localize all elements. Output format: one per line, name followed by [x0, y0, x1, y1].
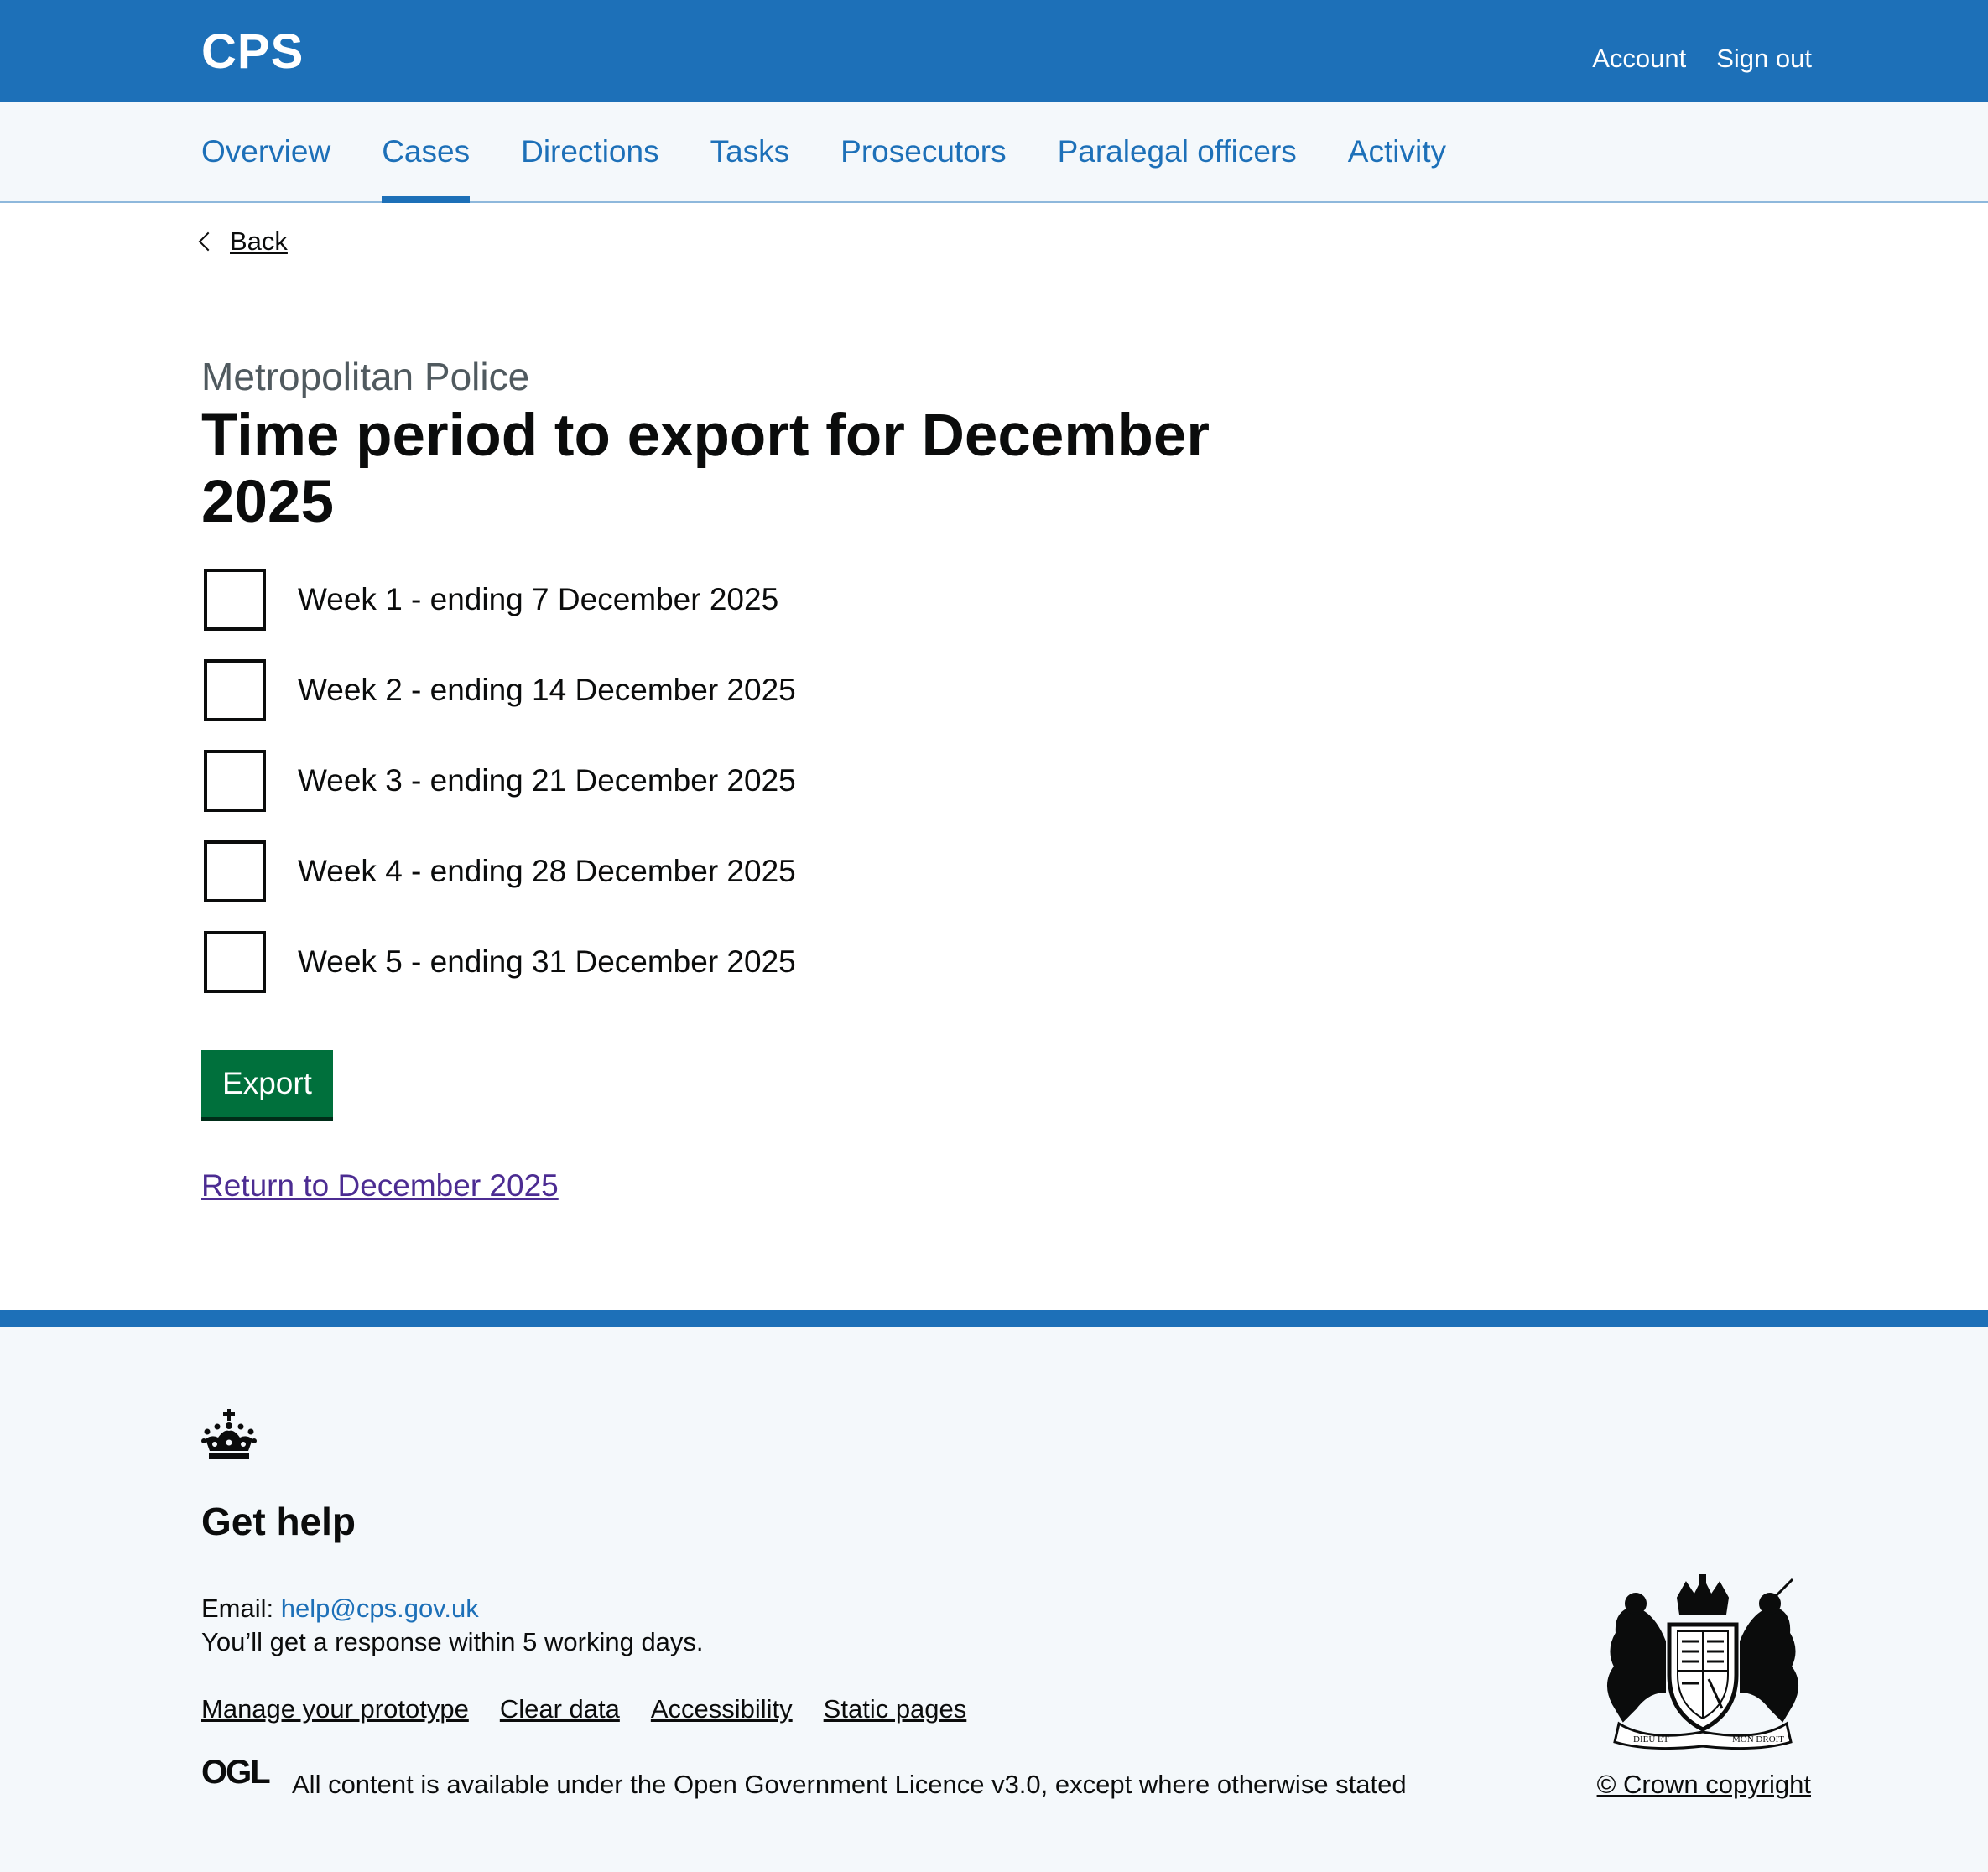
- checkbox-week-3[interactable]: [204, 750, 266, 812]
- footer-links: Manage your prototype Clear data Accessi…: [201, 1694, 966, 1724]
- nav-link-cases[interactable]: Cases: [382, 102, 470, 201]
- ogl-logo: OGL: [201, 1755, 272, 1788]
- checkbox-label-week-2[interactable]: Week 2 - ending 14 December 2025: [298, 673, 796, 708]
- footer-link-clear-data[interactable]: Clear data: [500, 1694, 620, 1724]
- export-button[interactable]: Export: [201, 1050, 333, 1117]
- sign-out-link[interactable]: Sign out: [1716, 44, 1812, 74]
- account-link[interactable]: Account: [1592, 44, 1686, 74]
- back-link-container: Back: [198, 226, 288, 257]
- nav-item-overview: Overview: [201, 102, 330, 201]
- checkbox-item-week-3: Week 3 - ending 21 December 2025: [201, 747, 796, 814]
- email-label: Email:: [201, 1594, 274, 1623]
- nav-link-directions[interactable]: Directions: [521, 102, 659, 201]
- checkbox-week-1[interactable]: [204, 569, 266, 631]
- checkbox-label-week-4[interactable]: Week 4 - ending 28 December 2025: [298, 854, 796, 889]
- ogl-logo-text: OGL: [201, 1755, 270, 1788]
- crown-icon: [201, 1409, 257, 1459]
- checkbox-week-2[interactable]: [204, 659, 266, 721]
- cps-logo[interactable]: CPS: [201, 23, 304, 80]
- return-link[interactable]: Return to December 2025: [201, 1168, 559, 1204]
- site-footer: Get help Email: help@cps.gov.uk You’ll g…: [0, 1310, 1988, 1872]
- nav-link-overview[interactable]: Overview: [201, 102, 330, 201]
- licence-suffix: , except where otherwise stated: [1040, 1770, 1407, 1799]
- checkbox-label-week-5[interactable]: Week 5 - ending 31 December 2025: [298, 944, 796, 980]
- email-link[interactable]: help@cps.gov.uk: [281, 1594, 479, 1623]
- page-caption: Metropolitan Police: [201, 355, 530, 398]
- licence-prefix: All content is available under the: [292, 1770, 667, 1799]
- nav-item-directions: Directions: [521, 102, 659, 201]
- nav-item-prosecutors: Prosecutors: [840, 102, 1006, 201]
- checkbox-item-week-2: Week 2 - ending 14 December 2025: [201, 657, 796, 724]
- service-navigation: Overview Cases Directions Tasks Prosecut…: [0, 102, 1988, 203]
- checkbox-label-week-1[interactable]: Week 1 - ending 7 December 2025: [298, 582, 778, 617]
- nav-item-paralegal-officers: Paralegal officers: [1058, 102, 1297, 201]
- week-checkboxes: Week 1 - ending 7 December 2025 Week 2 -…: [201, 566, 796, 1019]
- footer-link-accessibility[interactable]: Accessibility: [651, 1694, 793, 1724]
- coat-motto-left: DIEU ET: [1633, 1734, 1669, 1745]
- checkbox-week-4[interactable]: [204, 840, 266, 902]
- header-links: Account Sign out: [1592, 44, 1812, 74]
- site-header: CPS Account Sign out: [0, 0, 1988, 102]
- checkbox-item-week-4: Week 4 - ending 28 December 2025: [201, 838, 796, 905]
- footer-link-static-pages[interactable]: Static pages: [824, 1694, 967, 1724]
- checkbox-label-week-3[interactable]: Week 3 - ending 21 December 2025: [298, 763, 796, 798]
- page-title: Time period to export for December 2025: [201, 403, 1210, 535]
- nav-item-cases: Cases: [382, 102, 470, 203]
- chevron-left-icon: [198, 231, 218, 252]
- nav-link-activity[interactable]: Activity: [1348, 102, 1446, 201]
- footer-heading: Get help: [201, 1500, 356, 1543]
- nav-link-paralegal-officers[interactable]: Paralegal officers: [1058, 102, 1297, 201]
- nav-item-activity: Activity: [1348, 102, 1446, 201]
- response-time-text: You’ll get a response within 5 working d…: [201, 1627, 704, 1656]
- licence-text: All content is available under the Open …: [292, 1770, 1407, 1800]
- checkbox-item-week-1: Week 1 - ending 7 December 2025: [201, 566, 796, 633]
- checkbox-item-week-5: Week 5 - ending 31 December 2025: [201, 928, 796, 996]
- email-line: Email: help@cps.gov.uk: [201, 1594, 479, 1624]
- coat-motto-right: MON DROIT: [1732, 1734, 1784, 1745]
- checkbox-week-5[interactable]: [204, 931, 266, 993]
- nav-link-prosecutors[interactable]: Prosecutors: [840, 102, 1006, 201]
- footer-link-manage-prototype[interactable]: Manage your prototype: [201, 1694, 469, 1724]
- licence-link[interactable]: Open Government Licence v3.0: [674, 1770, 1041, 1799]
- nav-link-tasks[interactable]: Tasks: [710, 102, 790, 201]
- nav-item-tasks: Tasks: [710, 102, 790, 201]
- royal-coat-of-arms: DIEU ET MON DROIT: [1607, 1574, 1798, 1750]
- crown-copyright-link[interactable]: © Crown copyright: [1597, 1770, 1811, 1800]
- back-link[interactable]: Back: [230, 226, 288, 257]
